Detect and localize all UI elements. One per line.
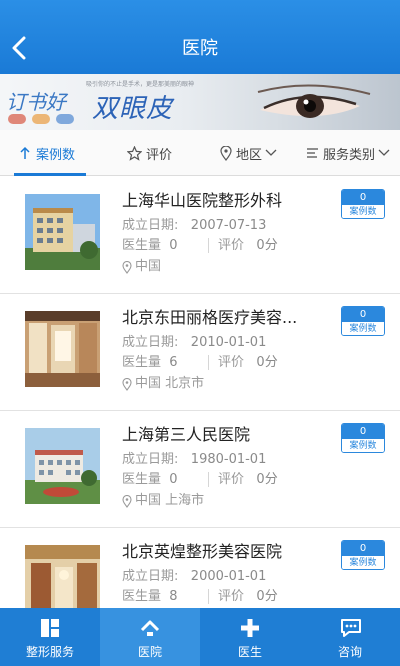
location-text: 中国 上海市 bbox=[135, 493, 205, 508]
case-count-badge[interactable]: 0 案例数 bbox=[341, 189, 385, 219]
case-count-badge[interactable]: 0 案例数 bbox=[341, 423, 385, 453]
tab-doctors[interactable]: 医生 bbox=[200, 608, 300, 666]
eye-image bbox=[257, 84, 371, 118]
case-count-value: 0 bbox=[342, 190, 384, 205]
filter-case-count-label: 案例数 bbox=[36, 147, 76, 163]
hospital-photo bbox=[25, 545, 100, 608]
bottom-tab-bar: 整形服务 医院 医生 咨询 bbox=[0, 608, 400, 666]
active-filter-indicator bbox=[14, 173, 86, 176]
banner-brand: 订书好 bbox=[6, 90, 66, 114]
page-title: 医院 bbox=[182, 38, 218, 59]
tab-doctors-label: 医生 bbox=[237, 645, 262, 659]
hospital-row[interactable]: 北京东田丽格医疗美容... 成立日期: 2010-01-01 医生量 6 评价 … bbox=[0, 294, 400, 411]
filter-region[interactable]: 地区 bbox=[220, 130, 281, 176]
filter-rating-label: 评价 bbox=[146, 147, 173, 163]
location-pin-icon bbox=[122, 260, 132, 274]
tab-hospitals-label: 医院 bbox=[137, 645, 162, 659]
location-icon bbox=[220, 145, 232, 161]
sort-icon bbox=[20, 146, 30, 159]
filter-service-type[interactable]: 服务类别 bbox=[306, 130, 394, 176]
star-icon bbox=[127, 145, 142, 161]
location: 中国 bbox=[122, 258, 161, 276]
chevron-down-icon bbox=[265, 149, 277, 156]
doctor-count: 医生量 0 bbox=[122, 238, 178, 253]
founded-date: 成立日期: 1980-01-01 bbox=[122, 452, 267, 467]
app-header: 医院 bbox=[0, 0, 400, 74]
rating: 评价 0分 bbox=[218, 355, 278, 370]
filter-service-type-label: 服务类别 bbox=[323, 147, 376, 163]
founded-date: 成立日期: 2000-01-01 bbox=[122, 569, 267, 584]
banner-fine-print: 吸引你的不止是手术，更是那美丽的眼神 bbox=[86, 81, 195, 88]
hospital-row[interactable]: 上海华山医院整形外科 成立日期: 2007-07-13 医生量 0 评价 0分 … bbox=[0, 177, 400, 294]
case-count-label: 案例数 bbox=[342, 205, 384, 218]
location: 中国 北京市 bbox=[122, 375, 204, 393]
case-count-label: 案例数 bbox=[342, 322, 384, 335]
rating: 评价 0分 bbox=[218, 238, 278, 253]
rating: 评价 0分 bbox=[218, 589, 278, 604]
founded-date: 成立日期: 2007-07-13 bbox=[122, 218, 267, 233]
ad-banner[interactable]: 吸引你的不止是手术，更是那美丽的眼神 订书好 双眼皮 bbox=[0, 74, 400, 130]
hospital-name: 北京东田丽格医疗美容... bbox=[122, 308, 298, 327]
hospital-name: 北京英煌整形美容医院 bbox=[122, 542, 283, 561]
case-count-value: 0 bbox=[342, 424, 384, 439]
hospital-row[interactable]: 北京英煌整形美容医院 成立日期: 2000-01-01 医生量 8 评价 0分 … bbox=[0, 528, 400, 608]
doctor-count: 医生量 0 bbox=[122, 472, 178, 487]
tab-consult[interactable]: 咨询 bbox=[300, 608, 400, 666]
filter-case-count[interactable]: 案例数 bbox=[18, 130, 75, 176]
location-pin-icon bbox=[122, 494, 132, 508]
case-count-value: 0 bbox=[342, 541, 384, 556]
hospital-name: 上海第三人民医院 bbox=[122, 425, 251, 444]
banner-title: 双眼皮 bbox=[92, 94, 174, 124]
divider bbox=[208, 472, 209, 487]
doctor-count: 医生量 8 bbox=[122, 589, 178, 604]
hospital-icon bbox=[140, 620, 160, 636]
hospital-photo bbox=[25, 428, 100, 504]
divider bbox=[208, 589, 209, 604]
founded-date: 成立日期: 2010-01-01 bbox=[122, 335, 267, 350]
location: 中国 上海市 bbox=[122, 492, 204, 510]
hospital-row[interactable]: 上海第三人民医院 成立日期: 1980-01-01 医生量 0 评价 0分 中国… bbox=[0, 411, 400, 528]
tab-consult-label: 咨询 bbox=[337, 645, 362, 659]
case-count-badge[interactable]: 0 案例数 bbox=[341, 306, 385, 336]
banner-badges bbox=[8, 114, 74, 124]
location-text: 中国 北京市 bbox=[135, 376, 205, 391]
case-count-label: 案例数 bbox=[342, 439, 384, 452]
plus-icon bbox=[241, 619, 259, 637]
case-count-label: 案例数 bbox=[342, 556, 384, 569]
location-pin-icon bbox=[122, 377, 132, 391]
case-count-value: 0 bbox=[342, 307, 384, 322]
hospital-photo bbox=[25, 311, 100, 387]
divider bbox=[208, 238, 209, 253]
case-count-badge[interactable]: 0 案例数 bbox=[341, 540, 385, 570]
doctor-count: 医生量 6 bbox=[122, 355, 178, 370]
hospital-name: 上海华山医院整形外科 bbox=[122, 191, 283, 210]
rating: 评价 0分 bbox=[218, 472, 278, 487]
grid-icon bbox=[41, 619, 59, 637]
tab-services-label: 整形服务 bbox=[25, 645, 74, 659]
filter-bar: 案例数 评价 地区 服务类别 bbox=[0, 130, 400, 176]
filter-rating[interactable]: 评价 bbox=[127, 130, 172, 176]
tab-hospitals[interactable]: 医院 bbox=[100, 608, 200, 666]
filter-region-label: 地区 bbox=[236, 147, 263, 163]
divider bbox=[208, 355, 209, 370]
location-text: 中国 bbox=[135, 259, 162, 274]
chat-icon bbox=[341, 619, 361, 637]
hospital-photo bbox=[25, 194, 100, 270]
hospital-list: 上海华山医院整形外科 成立日期: 2007-07-13 医生量 0 评价 0分 … bbox=[0, 177, 400, 608]
tab-services[interactable]: 整形服务 bbox=[0, 608, 100, 666]
chevron-down-icon bbox=[378, 149, 390, 156]
list-icon bbox=[307, 148, 318, 158]
